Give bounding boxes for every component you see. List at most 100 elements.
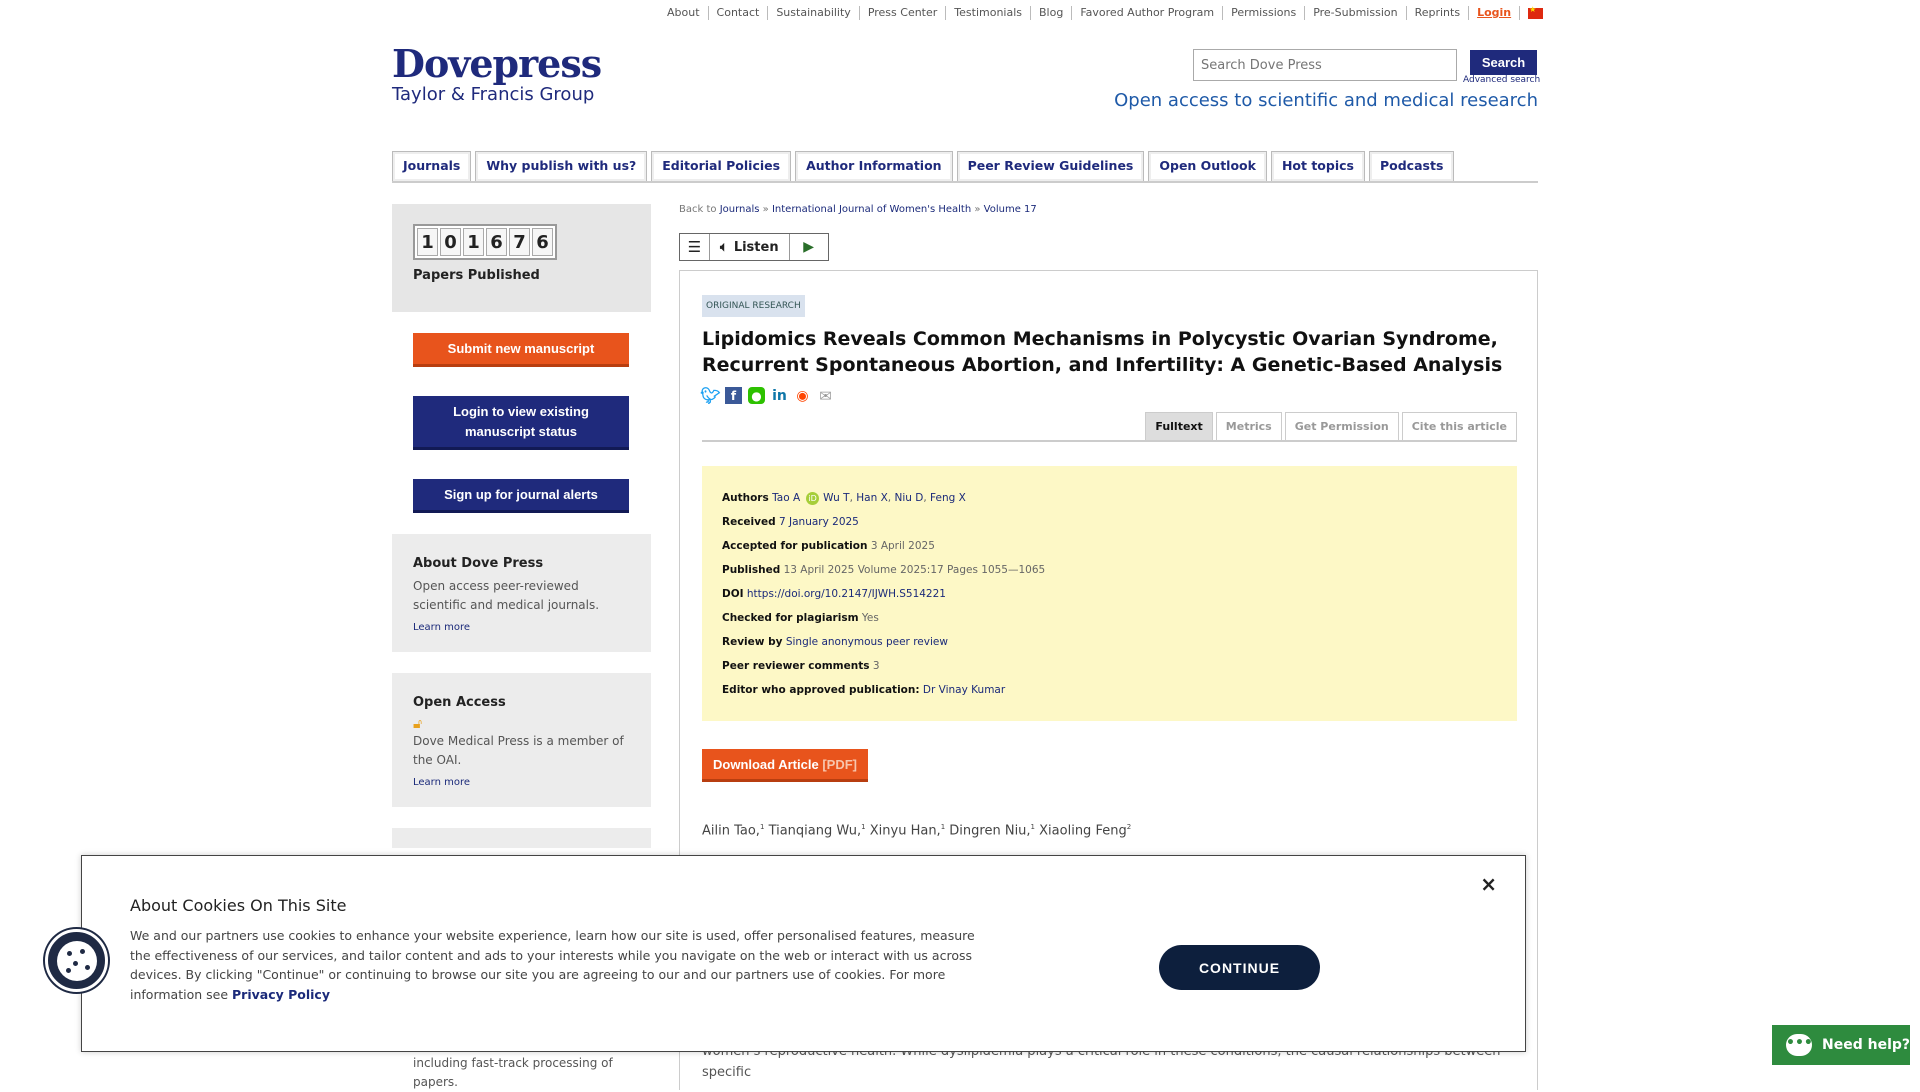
listen-label: Listen	[733, 239, 779, 255]
plagiarism-label: Checked for plagiarism	[722, 612, 859, 624]
topnav-permissions[interactable]: Permissions	[1223, 6, 1306, 20]
sidebar-bottom-text: including fast-track processing of paper…	[413, 1056, 613, 1089]
linkedin-icon[interactable]: in	[771, 387, 788, 404]
open-access-learn-more-link[interactable]: Learn more	[413, 777, 470, 788]
play-icon[interactable]: ▶	[790, 234, 828, 260]
search-input[interactable]	[1193, 49, 1457, 81]
orcid-icon[interactable]: iD	[806, 491, 820, 505]
nav-tab-podcasts[interactable]: Podcasts	[1368, 151, 1455, 181]
doi-link[interactable]: https://doi.org/10.2147/IJWH.S514221	[747, 588, 946, 600]
cookie-text: We and our partners use cookies to enhan…	[130, 926, 990, 1004]
journal-alerts-button[interactable]: Sign up for journal alerts	[413, 479, 629, 513]
review-type-link[interactable]: Single anonymous peer review	[786, 636, 948, 648]
wechat-icon[interactable]: ●	[748, 387, 765, 404]
topnav-sustainability[interactable]: Sustainability	[768, 6, 860, 20]
editor-link[interactable]: Dr Vinay Kumar	[923, 684, 1005, 696]
article-metadata: Authors Tao AiD Wu T, Han X, Niu D, Feng …	[702, 466, 1517, 721]
site-tagline: Open access to scientific and medical re…	[1114, 90, 1538, 111]
counter-digit: 6	[532, 228, 553, 256]
topnav-testimonials[interactable]: Testimonials	[946, 6, 1032, 20]
received-date-link[interactable]: 7 January 2025	[779, 516, 859, 528]
author-link[interactable]: Wu T	[823, 492, 849, 504]
about-text: Open access peer-reviewed scientific and…	[413, 579, 600, 612]
reddit-icon[interactable]: ◉	[794, 387, 811, 404]
facebook-icon[interactable]: f	[725, 387, 742, 404]
received-label: Received	[722, 516, 776, 528]
about-learn-more-link[interactable]: Learn more	[413, 622, 470, 633]
comments-value: 3	[872, 660, 880, 672]
sidebar: 1 0 1 6 7 6 Papers Published Submit new …	[392, 204, 651, 848]
cookie-icon	[56, 940, 97, 981]
topnav-reprints[interactable]: Reprints	[1407, 6, 1470, 20]
open-access-text: Dove Medical Press is a member of the OA…	[413, 734, 624, 767]
cookie-settings-icon[interactable]	[45, 929, 108, 992]
cookie-continue-button[interactable]: CONTINUE	[1159, 945, 1320, 990]
manuscript-status-button[interactable]: Login to view existing manuscript status	[413, 396, 629, 450]
author-link[interactable]: Niu D	[894, 492, 923, 504]
topnav-pre-submission[interactable]: Pre-Submission	[1305, 6, 1407, 20]
topnav-contact[interactable]: Contact	[709, 6, 769, 20]
logo-wordmark: Dovepress	[392, 41, 602, 86]
author-affiliation: 1	[940, 823, 946, 831]
nav-tab-why-publish[interactable]: Why publish with us?	[475, 151, 648, 181]
article-type-badge: ORIGINAL RESEARCH	[702, 295, 805, 317]
review-label: Review by	[722, 636, 783, 648]
dovepress-logo[interactable]: Dovepress Taylor & Francis Group	[392, 41, 602, 106]
main-nav: Journals Why publish with us? Editorial …	[392, 151, 1538, 183]
breadcrumb-volume[interactable]: Volume 17	[984, 204, 1037, 215]
author-affiliation: 1	[1030, 823, 1036, 831]
tab-get-permission[interactable]: Get Permission	[1284, 412, 1399, 440]
cookie-banner: About Cookies On This Site We and our pa…	[81, 855, 1526, 1052]
counter-digit: 7	[509, 228, 530, 256]
doi-label: DOI	[722, 588, 744, 600]
top-utility-nav: About Contact Sustainability Press Cente…	[659, 5, 1544, 20]
published-label: Published	[722, 564, 781, 576]
player-menu-icon[interactable]: ☰	[680, 234, 710, 260]
search-button[interactable]: Search	[1470, 50, 1537, 75]
listen-button[interactable]: 🔈︎ Listen	[710, 234, 790, 260]
topnav-favored-author[interactable]: Favored Author Program	[1072, 6, 1224, 20]
login-link[interactable]: Login	[1469, 6, 1521, 20]
speaker-icon: 🔈︎	[720, 239, 728, 255]
download-article-button[interactable]: Download Article [PDF]	[702, 749, 868, 782]
topnav-blog[interactable]: Blog	[1031, 6, 1073, 20]
privacy-policy-link[interactable]: Privacy Policy	[232, 987, 330, 1002]
nav-tab-journals[interactable]: Journals	[392, 151, 472, 181]
author-name: Xinyu Han,	[869, 823, 941, 839]
advanced-search-link[interactable]: Advanced search	[1463, 75, 1540, 85]
article-tabs: Fulltext Metrics Get Permission Cite thi…	[702, 412, 1517, 442]
submit-manuscript-button[interactable]: Submit new manuscript	[413, 333, 629, 367]
tab-fulltext[interactable]: Fulltext	[1145, 412, 1213, 440]
twitter-icon[interactable]: 🐦︎	[700, 386, 720, 405]
tab-metrics[interactable]: Metrics	[1215, 412, 1282, 440]
breadcrumb-journals[interactable]: Journals	[720, 204, 760, 215]
nav-tab-open-outlook[interactable]: Open Outlook	[1148, 151, 1267, 181]
author-link[interactable]: Han X	[856, 492, 888, 504]
meta-plagiarism: Checked for plagiarism Yes	[722, 606, 1497, 630]
author-link[interactable]: Tao A	[772, 492, 800, 504]
tab-cite-article[interactable]: Cite this article	[1401, 412, 1517, 440]
open-access-panel: Open Access 🔓︎ Dove Medical Press is a m…	[392, 673, 651, 807]
author-name: Ailin Tao,	[702, 823, 760, 839]
need-help-label: Need help?	[1822, 1037, 1911, 1053]
download-label: Download Article	[713, 756, 819, 772]
author-name: Dingren Niu,	[949, 823, 1031, 839]
topnav-press-center[interactable]: Press Center	[860, 6, 947, 20]
close-icon[interactable]: ×	[1480, 872, 1497, 896]
breadcrumb-journal[interactable]: International Journal of Women's Health	[772, 204, 971, 215]
published-info: 13 April 2025 Volume 2025:17 Pages 1055—…	[783, 564, 1046, 576]
article-title: Lipidomics Reveals Common Mechanisms in …	[702, 328, 1503, 376]
meta-published: Published 13 April 2025 Volume 2025:17 P…	[722, 558, 1497, 582]
author-link[interactable]: Feng X	[930, 492, 966, 504]
nav-tab-hot-topics[interactable]: Hot topics	[1270, 151, 1365, 181]
comments-label: Peer reviewer comments	[722, 660, 870, 672]
email-icon[interactable]: ✉	[817, 387, 834, 405]
accepted-label: Accepted for publication	[722, 540, 868, 552]
nav-tab-author-information[interactable]: Author Information	[795, 151, 953, 181]
counter-digit: 6	[486, 228, 507, 256]
topnav-about[interactable]: About	[659, 6, 709, 20]
china-flag-icon[interactable]	[1528, 5, 1544, 19]
need-help-button[interactable]: ••• Need help?	[1772, 1025, 1910, 1065]
nav-tab-editorial-policies[interactable]: Editorial Policies	[651, 151, 792, 181]
nav-tab-peer-review[interactable]: Peer Review Guidelines	[956, 151, 1145, 181]
